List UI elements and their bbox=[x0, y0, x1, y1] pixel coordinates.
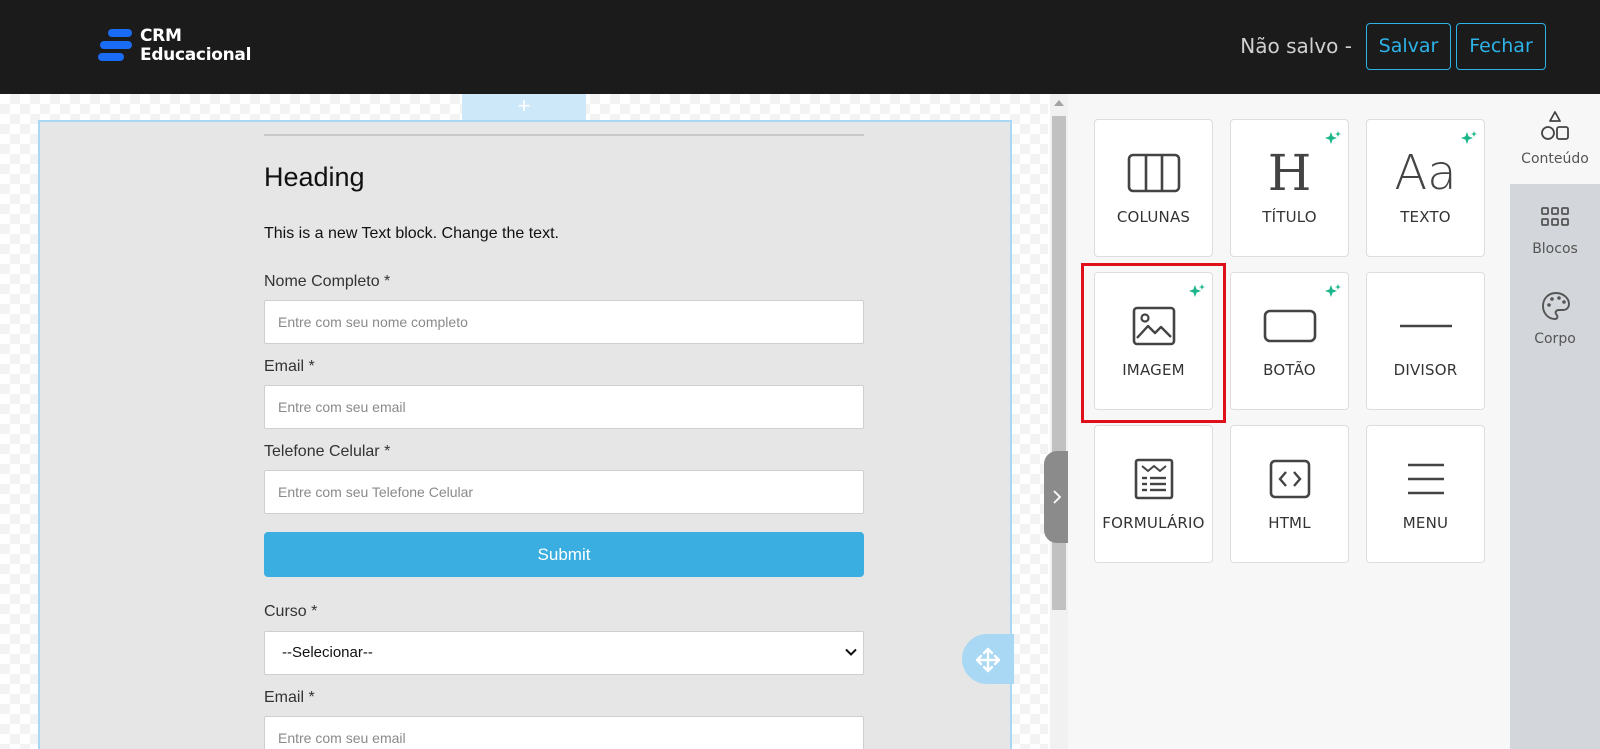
tile-html[interactable]: HTML bbox=[1230, 425, 1349, 563]
grid-icon bbox=[1541, 207, 1569, 226]
course-select-value: --Selecionar-- bbox=[282, 644, 373, 661]
panel-toggle-handle[interactable] bbox=[1044, 451, 1070, 543]
text-icon: Aa bbox=[1394, 145, 1457, 201]
side-tabs: Conteúdo Blocos Corpo bbox=[1510, 94, 1600, 749]
course-select[interactable]: --Selecionar-- bbox=[264, 631, 864, 675]
tile-label: COLUNAS bbox=[1116, 208, 1191, 226]
brand-line-1: CRM bbox=[140, 26, 182, 46]
ai-sparkle-icon bbox=[1325, 284, 1341, 297]
save-button[interactable]: Salvar bbox=[1366, 23, 1451, 70]
divider-icon bbox=[1399, 324, 1452, 328]
submit-button[interactable]: Submit bbox=[264, 532, 864, 577]
field-label-email-2: Email * bbox=[264, 689, 315, 706]
tab-label: Corpo bbox=[1534, 331, 1576, 347]
tab-label: Blocos bbox=[1532, 241, 1578, 257]
brand-line-2: Educacional bbox=[140, 45, 252, 65]
tab-body[interactable]: Corpo bbox=[1510, 274, 1600, 364]
tile-form[interactable]: FORMULÁRIO bbox=[1094, 425, 1213, 563]
email-input[interactable] bbox=[264, 385, 864, 429]
divider-block[interactable] bbox=[264, 134, 864, 136]
add-row-button[interactable]: + bbox=[462, 94, 586, 120]
top-bar: CRM Educacional Não salvo - Salvar Fecha… bbox=[0, 0, 1600, 94]
tile-divider[interactable]: DIVISOR bbox=[1366, 272, 1485, 410]
tile-label: BOTÃO bbox=[1263, 361, 1316, 379]
field-label-phone: Telefone Celular * bbox=[264, 443, 391, 460]
tab-content[interactable]: Conteúdo bbox=[1510, 94, 1600, 184]
image-icon bbox=[1132, 306, 1175, 346]
ai-sparkle-icon bbox=[1461, 131, 1477, 144]
name-input[interactable] bbox=[264, 300, 864, 344]
close-button[interactable]: Fechar bbox=[1456, 23, 1546, 70]
tile-menu[interactable]: MENU bbox=[1366, 425, 1485, 563]
selected-row[interactable]: Heading This is a new Text block. Change… bbox=[38, 120, 1012, 749]
chevron-right-icon bbox=[1053, 490, 1062, 504]
logo-mark-icon bbox=[98, 29, 134, 63]
ai-sparkle-icon bbox=[1325, 131, 1341, 144]
heading-icon: H bbox=[1267, 144, 1312, 202]
tile-columns[interactable]: COLUNAS bbox=[1094, 119, 1213, 257]
tile-heading[interactable]: H TÍTULO bbox=[1230, 119, 1349, 257]
tile-label: FORMULÁRIO bbox=[1102, 514, 1205, 532]
canvas-scrollbar[interactable] bbox=[1050, 94, 1068, 749]
brand-name: CRM Educacional bbox=[140, 27, 251, 65]
tile-label: IMAGEM bbox=[1122, 361, 1185, 379]
tile-text[interactable]: Aa TEXTO bbox=[1366, 119, 1485, 257]
field-label-name: Nome Completo * bbox=[264, 273, 391, 290]
field-label-email: Email * bbox=[264, 358, 315, 375]
field-label-course: Curso * bbox=[264, 603, 318, 620]
tab-label: Conteúdo bbox=[1521, 151, 1589, 167]
tile-button[interactable]: BOTÃO bbox=[1230, 272, 1349, 410]
heading-block[interactable]: Heading bbox=[264, 162, 365, 193]
menu-icon bbox=[1407, 463, 1444, 495]
tile-label: TÍTULO bbox=[1262, 208, 1317, 226]
tile-label: TEXTO bbox=[1400, 208, 1451, 226]
shapes-icon bbox=[1541, 111, 1569, 140]
email-input-2[interactable] bbox=[264, 716, 864, 749]
columns-icon bbox=[1127, 153, 1180, 193]
tile-image[interactable]: IMAGEM bbox=[1094, 272, 1213, 410]
phone-input[interactable] bbox=[264, 470, 864, 514]
move-row-handle[interactable] bbox=[962, 634, 1014, 684]
editor-canvas: + Heading This is a new Text block. Chan… bbox=[0, 94, 1048, 749]
tile-label: HTML bbox=[1268, 514, 1311, 532]
text-block[interactable]: This is a new Text block. Change the tex… bbox=[264, 225, 559, 243]
tile-label: DIVISOR bbox=[1393, 361, 1458, 379]
palette-icon bbox=[1542, 292, 1570, 320]
tile-label: MENU bbox=[1402, 514, 1449, 532]
save-status: Não salvo - bbox=[1240, 34, 1352, 58]
form-icon bbox=[1134, 458, 1173, 500]
content-panel: COLUNAS H TÍTULO Aa TEXTO IMAGEM BOTÃO D… bbox=[1068, 94, 1510, 749]
html-icon bbox=[1269, 459, 1310, 499]
ai-sparkle-icon bbox=[1189, 284, 1205, 297]
button-icon bbox=[1263, 309, 1316, 343]
scroll-up-arrow-icon[interactable] bbox=[1054, 100, 1064, 106]
brand-logo: CRM Educacional bbox=[98, 26, 258, 66]
move-arrows-icon bbox=[975, 647, 1001, 673]
chevron-down-icon bbox=[845, 648, 857, 656]
tab-blocks[interactable]: Blocos bbox=[1510, 184, 1600, 274]
